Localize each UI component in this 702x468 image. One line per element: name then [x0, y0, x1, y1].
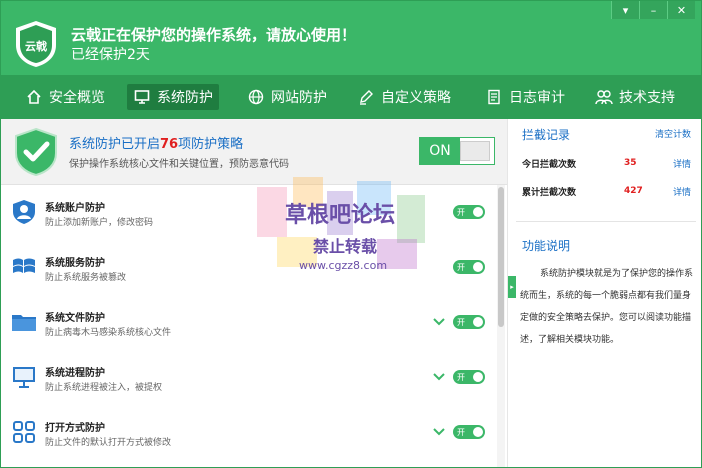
chevron-down-icon[interactable]: [433, 427, 445, 437]
module-title: 系统服务防护: [45, 258, 105, 269]
logo-text: 云戟: [25, 39, 48, 53]
module-toggle-file[interactable]: 开: [453, 315, 485, 329]
module-row-process: 系统进程防护 防止系统进程被注入，被提权 开: [1, 350, 496, 406]
panel-divider: [516, 221, 696, 222]
side-panel: ▸ 拦截记录 清空计数 今日拦截次数 35 详情 累计拦截次数 427 详情 功…: [507, 119, 701, 467]
total-intercept-count: 427: [624, 186, 643, 196]
tab-custom-policy[interactable]: 自定义策略: [351, 84, 457, 110]
today-intercept-count: 35: [624, 158, 637, 168]
tab-tech-support[interactable]: 技术支持: [589, 84, 681, 110]
tab-security-overview[interactable]: 安全概览: [19, 84, 111, 110]
pen-icon: [357, 88, 375, 106]
summary-title: 系统防护已开启76项防护策略: [69, 137, 244, 152]
intercept-title: 拦截记录: [522, 128, 571, 142]
module-toggle-account[interactable]: 开: [453, 205, 485, 219]
clear-count-link[interactable]: 清空计数: [655, 127, 691, 140]
document-icon: [485, 88, 503, 106]
toggle-on-label: ON: [420, 138, 460, 164]
system-protection-panel: 系统防护已开启76项防护策略 保护操作系统核心文件和关键位置，预防恶意代码 ON…: [1, 119, 507, 467]
windows-icon: [13, 258, 35, 273]
tab-label: 技术支持: [619, 90, 675, 106]
menu-dropdown-icon[interactable]: ▾: [611, 1, 639, 19]
monitor-icon: [13, 367, 35, 388]
protection-summary: 系统防护已开启76项防护策略 保护操作系统核心文件和关键位置，预防恶意代码 ON: [1, 119, 507, 185]
logo-shield-icon: 云戟: [16, 21, 56, 67]
watermark-subtitle: 禁止转载: [313, 237, 378, 256]
function-desc: 系统防护模块就是为了保护您的操作系统而生，系统的每一个脆弱点都有我们量身定做的安…: [520, 269, 694, 345]
users-icon: [595, 88, 613, 106]
tab-label: 自定义策略: [381, 90, 451, 106]
main-nav: 安全概览 系统防护 网站防护 自定义策略 日志审计 技术支持: [1, 75, 701, 119]
module-title: 系统账户防护: [45, 203, 105, 214]
module-title: 打开方式防护: [45, 423, 105, 434]
tab-system-protection[interactable]: 系统防护: [127, 84, 219, 110]
total-intercept-label: 累计拦截次数: [522, 188, 577, 198]
globe-icon: [247, 88, 265, 106]
panel-collapse-arrow-icon[interactable]: ▸: [508, 276, 516, 298]
scroll-thumb[interactable]: [498, 187, 504, 327]
tab-label: 网站防护: [271, 90, 327, 106]
folder-icon: [12, 315, 36, 331]
chevron-down-icon[interactable]: [433, 372, 445, 382]
home-icon: [25, 88, 43, 106]
tab-label: 日志审计: [509, 90, 565, 106]
window-controls: ▾ – ✕: [611, 1, 695, 19]
tab-website-protection[interactable]: 网站防护: [241, 84, 333, 110]
module-title: 系统进程防护: [45, 368, 105, 379]
user-shield-icon: [13, 200, 35, 224]
protection-days: 已经保护2天: [71, 47, 150, 63]
module-title: 系统文件防护: [45, 313, 105, 324]
shield-check-icon: [15, 127, 57, 177]
header: 云戟 云戟正在保护您的操作系统，请放心使用！ 已经保护2天 ▾ – ✕: [1, 1, 701, 75]
module-desc: 防止文件的默认打开方式被修改: [45, 438, 172, 448]
module-desc: 防止添加新账户，修改密码: [45, 218, 154, 228]
today-detail-link[interactable]: 详情: [673, 157, 691, 170]
module-desc: 防止病毒木马感染系统核心文件: [45, 328, 172, 338]
master-protection-toggle[interactable]: ON: [419, 137, 495, 165]
today-intercept-label: 今日拦截次数: [522, 160, 577, 170]
watermark-url: www.cgzz8.com: [299, 259, 388, 272]
forum-watermark: 草根吧论坛 禁止转载 www.cgzz8.com: [257, 177, 443, 281]
tab-label: 安全概览: [49, 90, 105, 106]
module-toggle-process[interactable]: 开: [453, 370, 485, 384]
module-toggle-open-with[interactable]: 开: [453, 425, 485, 439]
protection-status-title: 云戟正在保护您的操作系统，请放心使用！: [71, 26, 357, 44]
total-detail-link[interactable]: 详情: [673, 185, 691, 198]
toggle-knob: [460, 141, 490, 161]
tab-label: 系统防护: [157, 90, 213, 106]
app-window: 云戟 云戟正在保护您的操作系统，请放心使用！ 已经保护2天 ▾ – ✕ 安全概览…: [0, 0, 702, 468]
tab-log-audit[interactable]: 日志审计: [479, 84, 571, 110]
summary-desc: 保护操作系统核心文件和关键位置，预防恶意代码: [69, 159, 289, 170]
policy-count: 76: [160, 137, 179, 152]
grid-icon: [13, 421, 35, 443]
module-desc: 防止系统进程被注入，被提权: [45, 383, 163, 393]
module-desc: 防止系统服务被篡改: [45, 273, 127, 283]
module-toggle-service[interactable]: 开: [453, 260, 485, 274]
close-icon[interactable]: ✕: [667, 1, 695, 19]
monitor-icon: [133, 88, 151, 106]
module-list-scrollbar[interactable]: [497, 185, 505, 467]
function-title: 功能说明: [522, 239, 571, 253]
module-row-open-with: 打开方式防护 防止文件的默认打开方式被修改 开: [1, 405, 496, 461]
minimize-icon[interactable]: –: [639, 1, 667, 19]
module-row-file: 系统文件防护 防止病毒木马感染系统核心文件 开: [1, 295, 496, 351]
watermark-title: 草根吧论坛: [285, 203, 396, 228]
chevron-down-icon[interactable]: [433, 317, 445, 327]
